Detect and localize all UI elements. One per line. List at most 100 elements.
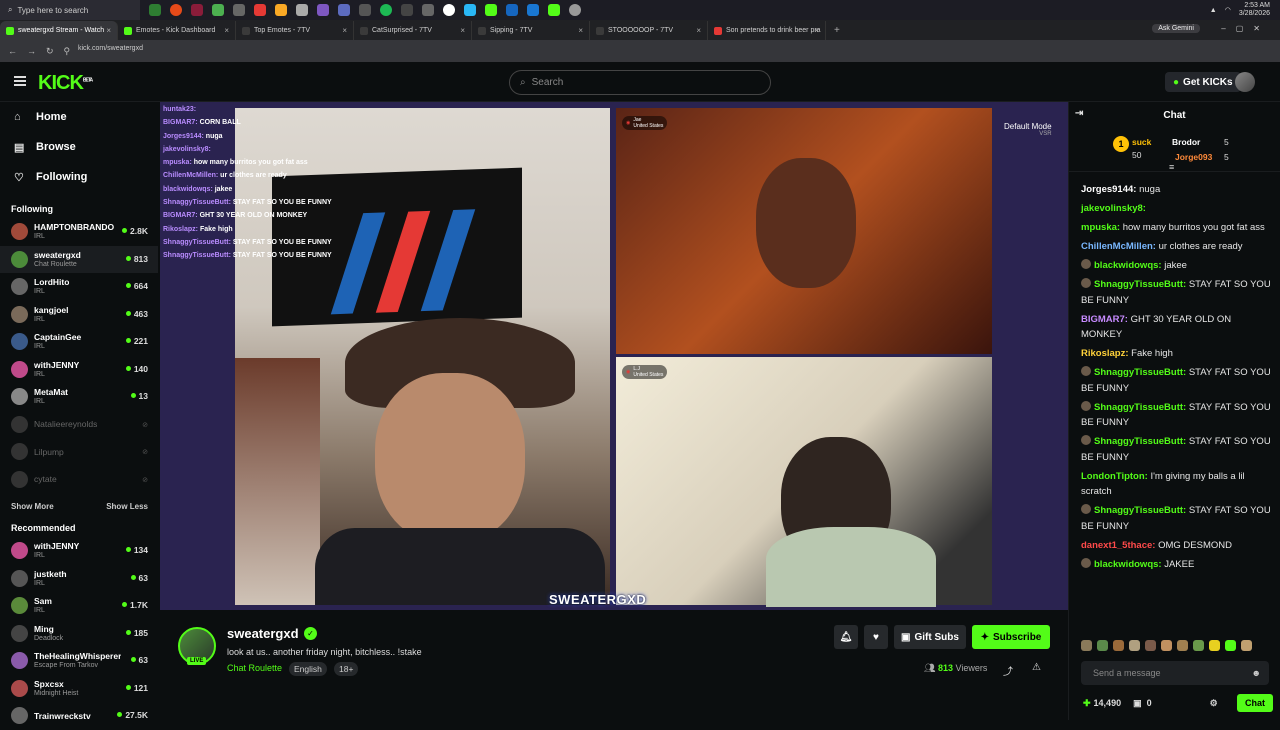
folder-icon[interactable] <box>275 4 287 16</box>
close-tab-icon[interactable]: × <box>814 26 819 35</box>
app-icon[interactable] <box>212 4 224 16</box>
channel-item[interactable]: justketh IRL 63 <box>0 565 158 593</box>
app-icon[interactable] <box>401 4 413 16</box>
get-kicks-button[interactable]: ● Get KICKs <box>1165 72 1241 92</box>
chat-username[interactable]: ChillenMcMillen: <box>1081 241 1156 252</box>
browser-tab[interactable]: Son pretends to drink beer pra × <box>708 21 826 40</box>
channel-item[interactable]: sweatergxd Chat Roulette 813 <box>0 245 158 273</box>
channel-item[interactable]: kangjoel IRL 463 <box>0 301 158 329</box>
gift-subs-button[interactable]: ▣ Gift Subs <box>894 625 966 649</box>
chat-username[interactable]: LondonTipton: <box>1081 471 1148 482</box>
tray-icon[interactable]: ▲ <box>1210 7 1217 14</box>
emote-icon[interactable] <box>1113 640 1124 651</box>
menu-icon[interactable] <box>14 76 26 86</box>
channel-item[interactable]: withJENNY IRL 140 <box>0 356 158 384</box>
reload-icon[interactable]: ↻ <box>46 46 54 57</box>
gear-icon[interactable] <box>569 4 581 16</box>
chat-username[interactable]: ShnaggyTissueButt: <box>1094 436 1186 447</box>
share-icon[interactable]: ⤴ <box>1003 663 1013 678</box>
app-icon[interactable] <box>191 4 203 16</box>
follow-button[interactable]: ♥ <box>864 625 888 649</box>
filter-icon[interactable]: ≡ <box>1169 162 1174 172</box>
nav-following[interactable]: ♡ Following <box>0 162 158 192</box>
window-controls[interactable]: –▢✕ <box>1221 24 1270 33</box>
emote-icon[interactable] <box>1177 640 1188 651</box>
emote-icon[interactable] <box>1209 640 1220 651</box>
browser-tab[interactable]: Emotes - Kick Dashboard × <box>118 21 236 40</box>
channel-item[interactable]: LordHito IRL 664 <box>0 273 158 301</box>
browser-tab[interactable]: Sipping - 7TV × <box>472 21 590 40</box>
close-tab-icon[interactable]: × <box>578 26 583 35</box>
stream-category[interactable]: Chat Roulette <box>227 663 282 673</box>
notification-bell-button[interactable]: 🔔︎ <box>834 625 858 649</box>
discord-icon[interactable] <box>317 4 329 16</box>
chat-username[interactable]: mpuska: <box>1081 222 1120 233</box>
taskbar-clock[interactable]: 2:53 AM 3/28/2026 <box>1239 2 1270 18</box>
app-icon[interactable] <box>254 4 266 16</box>
emote-icon[interactable] <box>1097 640 1108 651</box>
wifi-icon[interactable]: ◠ <box>1225 6 1231 14</box>
channel-item[interactable]: CaptainGee IRL 221 <box>0 328 158 356</box>
channel-item[interactable]: Sam IRL 1.7K <box>0 592 158 620</box>
xbox-icon[interactable] <box>149 4 161 16</box>
show-more-button[interactable]: Show More <box>11 502 54 511</box>
app-icon[interactable] <box>233 4 245 16</box>
app-icon[interactable] <box>359 4 371 16</box>
user-avatar[interactable] <box>1235 72 1255 92</box>
gift-icon[interactable]: ▣ <box>1133 698 1142 709</box>
channel-item[interactable]: withJENNY IRL 134 <box>0 537 158 565</box>
show-less-button[interactable]: Show Less <box>106 502 148 511</box>
subscribe-button[interactable]: ✦ Subscribe <box>972 625 1050 649</box>
chat-username[interactable]: BIGMAR7: <box>1081 314 1128 325</box>
spotify-icon[interactable] <box>380 4 392 16</box>
chat-username[interactable]: ShnaggyTissueButt: <box>1094 402 1186 413</box>
ask-gemini-button[interactable]: Ask Gemini <box>1152 24 1200 33</box>
browser-tab[interactable]: CatSurprised - 7TV × <box>354 21 472 40</box>
emote-icon[interactable] <box>1161 640 1172 651</box>
send-message-input[interactable]: Send a message ☻ <box>1081 661 1269 685</box>
emote-icon[interactable] <box>1225 640 1236 651</box>
taskbar-search[interactable]: ⌕ Type here to search <box>0 0 140 20</box>
video-player[interactable]: ◉ Jae United States ◉ L.J United States hunt… <box>160 102 1068 610</box>
chat-username[interactable]: ShnaggyTissueButt: <box>1094 367 1186 378</box>
collapse-chat-icon[interactable]: ⇥ <box>1075 108 1083 119</box>
emote-icon[interactable] <box>1081 640 1092 651</box>
close-tab-icon[interactable]: × <box>106 26 111 35</box>
app-icon[interactable] <box>296 4 308 16</box>
browser-tab[interactable]: STOOOOOOP - 7TV × <box>590 21 708 40</box>
channel-item[interactable]: MetaMat IRL 13 <box>0 383 158 411</box>
close-tab-icon[interactable]: × <box>224 26 229 35</box>
chat-username[interactable]: jakevolinsky8: <box>1081 203 1146 214</box>
chrome-icon[interactable] <box>443 4 455 16</box>
app-icon[interactable] <box>338 4 350 16</box>
tag-age[interactable]: 18+ <box>334 662 359 676</box>
play-icon[interactable] <box>485 4 497 16</box>
chat-username[interactable]: Jorges9144: <box>1081 184 1136 195</box>
chat-username[interactable]: ShnaggyTissueButt: <box>1094 279 1186 290</box>
close-tab-icon[interactable]: × <box>342 26 347 35</box>
chat-send-button[interactable]: Chat <box>1237 694 1273 712</box>
channel-item[interactable]: Trainwreckstv 27.5K <box>0 702 158 730</box>
tag-language[interactable]: English <box>289 662 327 676</box>
back-icon[interactable]: ← <box>8 46 17 56</box>
nav-browse[interactable]: ▤ Browse <box>0 132 158 162</box>
chat-username[interactable]: blackwidowqs: <box>1094 559 1162 570</box>
channel-item-offline[interactable]: Natalieereynolds ⊘ <box>0 411 158 439</box>
emote-icon[interactable] <box>1193 640 1204 651</box>
channel-name[interactable]: sweatergxd <box>227 626 299 641</box>
app-icon[interactable] <box>506 4 518 16</box>
emoji-icon[interactable]: ☻ <box>1252 668 1261 678</box>
forward-icon[interactable]: → <box>27 46 36 56</box>
chat-username[interactable]: danext1_5thace: <box>1081 540 1155 551</box>
url-field[interactable]: kick.com/sweatergxd <box>78 45 143 52</box>
chrome-icon[interactable] <box>527 4 539 16</box>
chat-username[interactable]: ShnaggyTissueButt: <box>1094 505 1186 516</box>
channel-item-offline[interactable]: Lilpump ⊘ <box>0 438 158 466</box>
close-tab-icon[interactable]: × <box>460 26 465 35</box>
new-tab-button[interactable]: + <box>834 25 840 36</box>
site-info-icon[interactable]: ⚲ <box>64 46 71 57</box>
app-icon[interactable] <box>422 4 434 16</box>
settings-icon[interactable]: ⚙ <box>1210 698 1218 709</box>
emote-icon[interactable] <box>1129 640 1140 651</box>
emote-icon[interactable] <box>1145 640 1156 651</box>
